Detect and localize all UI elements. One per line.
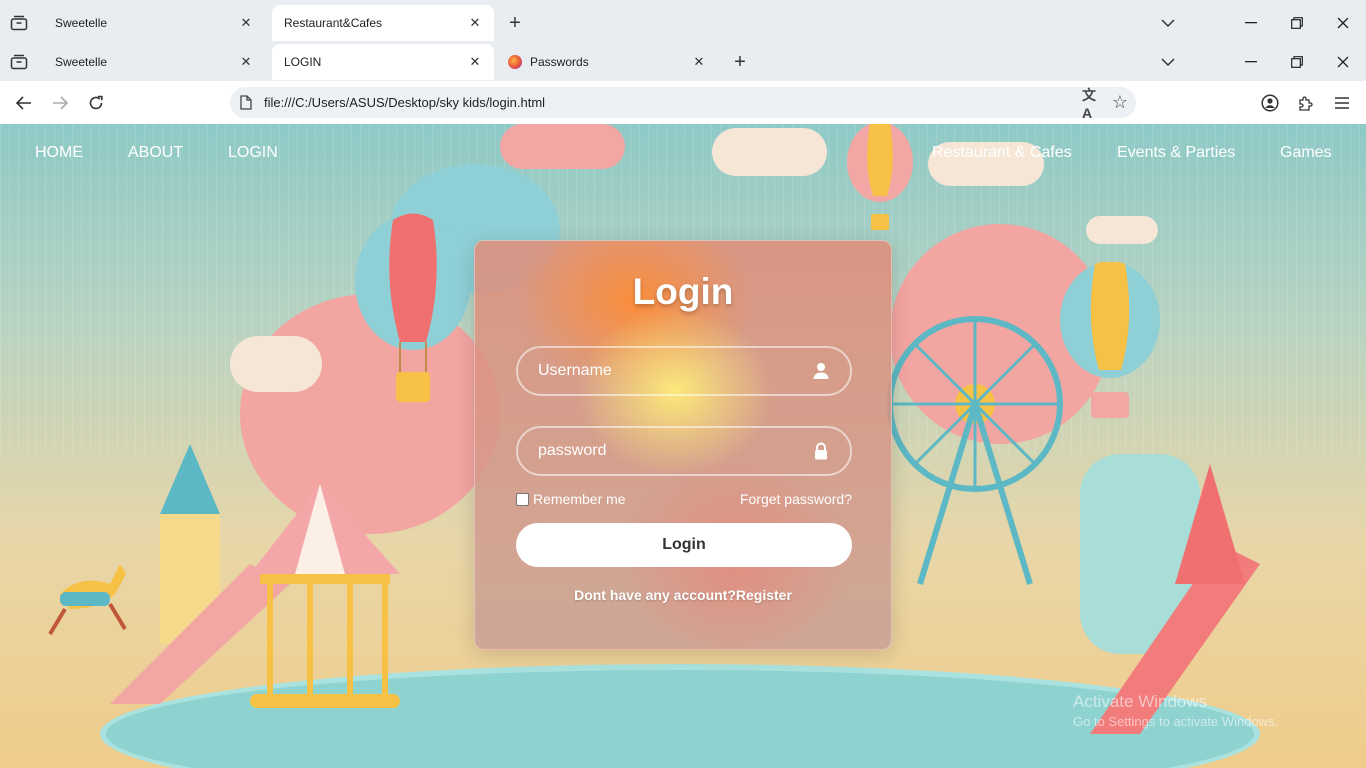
windows-activation-watermark: Activate Windows Go to Settings to activ…	[1073, 692, 1278, 729]
plus-icon[interactable]: +	[503, 11, 527, 35]
plus-icon[interactable]: +	[728, 50, 752, 74]
carousel-image	[250, 484, 400, 708]
forward-arrow-icon[interactable]	[48, 91, 72, 115]
browser-toolbar: file:///C:/Users/ASUS/Desktop/sky kids/l…	[0, 81, 1366, 124]
cloud-decoration	[500, 124, 625, 169]
watermark-line2: Go to Settings to activate Windows.	[1073, 714, 1279, 729]
url-text[interactable]: file:///C:/Users/ASUS/Desktop/sky kids/l…	[264, 95, 545, 110]
close-window-icon[interactable]	[1331, 50, 1355, 74]
restore-icon[interactable]	[1285, 50, 1309, 74]
reload-icon[interactable]	[84, 91, 108, 115]
address-bar[interactable]: file:///C:/Users/ASUS/Desktop/sky kids/l…	[230, 87, 1136, 121]
hot-air-balloon-image	[355, 213, 471, 402]
tab-restaurant-cafes[interactable]: Restaurant&Cafes ✕	[272, 5, 494, 41]
close-window-icon[interactable]	[1331, 11, 1355, 35]
close-icon[interactable]: ✕	[466, 14, 484, 32]
remember-me-label: Remember me	[533, 491, 626, 507]
close-icon[interactable]: ✕	[237, 53, 255, 71]
forgot-password-link[interactable]: Forget password?	[740, 491, 852, 507]
nav-link-about[interactable]: ABOUT	[128, 144, 183, 162]
close-icon[interactable]: ✕	[237, 14, 255, 32]
menu-icon[interactable]	[1330, 91, 1354, 115]
options-row: Remember me Forget password?	[516, 491, 852, 509]
ferris-wheel-image	[887, 316, 1063, 585]
login-card: Login Remember me Forget password? Login…	[474, 240, 892, 650]
cloud-decoration	[230, 336, 322, 392]
bookmark-star-icon[interactable]: ☆	[1110, 92, 1130, 112]
hot-air-balloon-image	[1060, 262, 1160, 418]
tab-title: Sweetelle	[55, 16, 108, 30]
close-icon[interactable]: ✕	[690, 53, 708, 71]
tab-title: Passwords	[530, 55, 589, 69]
back-arrow-icon[interactable]	[12, 91, 36, 115]
profile-icon[interactable]	[1258, 91, 1282, 115]
password-input[interactable]	[538, 428, 798, 474]
hot-air-balloon-image	[847, 124, 913, 230]
chevron-down-icon[interactable]	[1156, 11, 1180, 35]
tab-passwords[interactable]: Passwords ✕	[496, 44, 718, 80]
watermark-line1: Activate Windows	[1073, 692, 1208, 711]
extensions-icon[interactable]	[1294, 91, 1318, 115]
remember-me-checkbox[interactable]	[516, 492, 529, 506]
username-field[interactable]	[516, 346, 852, 396]
tab-title: Restaurant&Cafes	[284, 16, 383, 30]
minimize-icon[interactable]	[1239, 11, 1263, 35]
tab-strip: Sweetelle ✕ LOGIN ✕ Passwords ✕ +	[0, 42, 1366, 81]
lock-icon	[815, 442, 827, 460]
page-info-icon[interactable]	[240, 95, 252, 110]
user-icon	[813, 363, 829, 379]
tab-search-icon[interactable]	[8, 12, 30, 34]
nav-link-restaurant-cafes[interactable]: Restaurant & Cafes	[932, 144, 1072, 162]
chevron-down-icon[interactable]	[1156, 50, 1180, 74]
cloud-decoration	[1086, 216, 1158, 244]
tab-title: Sweetelle	[55, 55, 108, 69]
nav-link-login[interactable]: LOGIN	[228, 144, 278, 162]
restore-icon[interactable]	[1285, 11, 1309, 35]
login-button[interactable]: Login	[516, 523, 852, 567]
tab-strip-back-window: Sweetelle ✕ Restaurant&Cafes ✕ +	[0, 3, 1366, 42]
remember-me[interactable]: Remember me	[516, 491, 626, 507]
tab-title: LOGIN	[284, 55, 322, 69]
minimize-icon[interactable]	[1239, 50, 1263, 74]
tab-sweetelle[interactable]: Sweetelle ✕	[43, 44, 265, 80]
cloud-decoration	[712, 128, 827, 176]
nav-link-home[interactable]: HOME	[35, 144, 83, 162]
close-icon[interactable]: ✕	[466, 53, 484, 71]
register-link[interactable]: Dont have any account?Register	[475, 587, 891, 603]
tab-sweetelle[interactable]: Sweetelle ✕	[43, 5, 265, 41]
password-field[interactable]	[516, 426, 852, 476]
tab-login[interactable]: LOGIN ✕	[272, 44, 494, 80]
nav-link-events-parties[interactable]: Events & Parties	[1117, 144, 1235, 162]
firefox-icon	[508, 55, 522, 69]
page-viewport: HOME ABOUT LOGIN Restaurant & Cafes Even…	[0, 124, 1366, 768]
translate-icon[interactable]: 文A	[1082, 87, 1102, 121]
nav-link-games[interactable]: Games	[1280, 144, 1332, 162]
username-input[interactable]	[538, 348, 798, 394]
login-title: Login	[632, 271, 734, 312]
rocking-horse-image	[48, 564, 127, 636]
tab-search-icon[interactable]	[8, 51, 30, 73]
